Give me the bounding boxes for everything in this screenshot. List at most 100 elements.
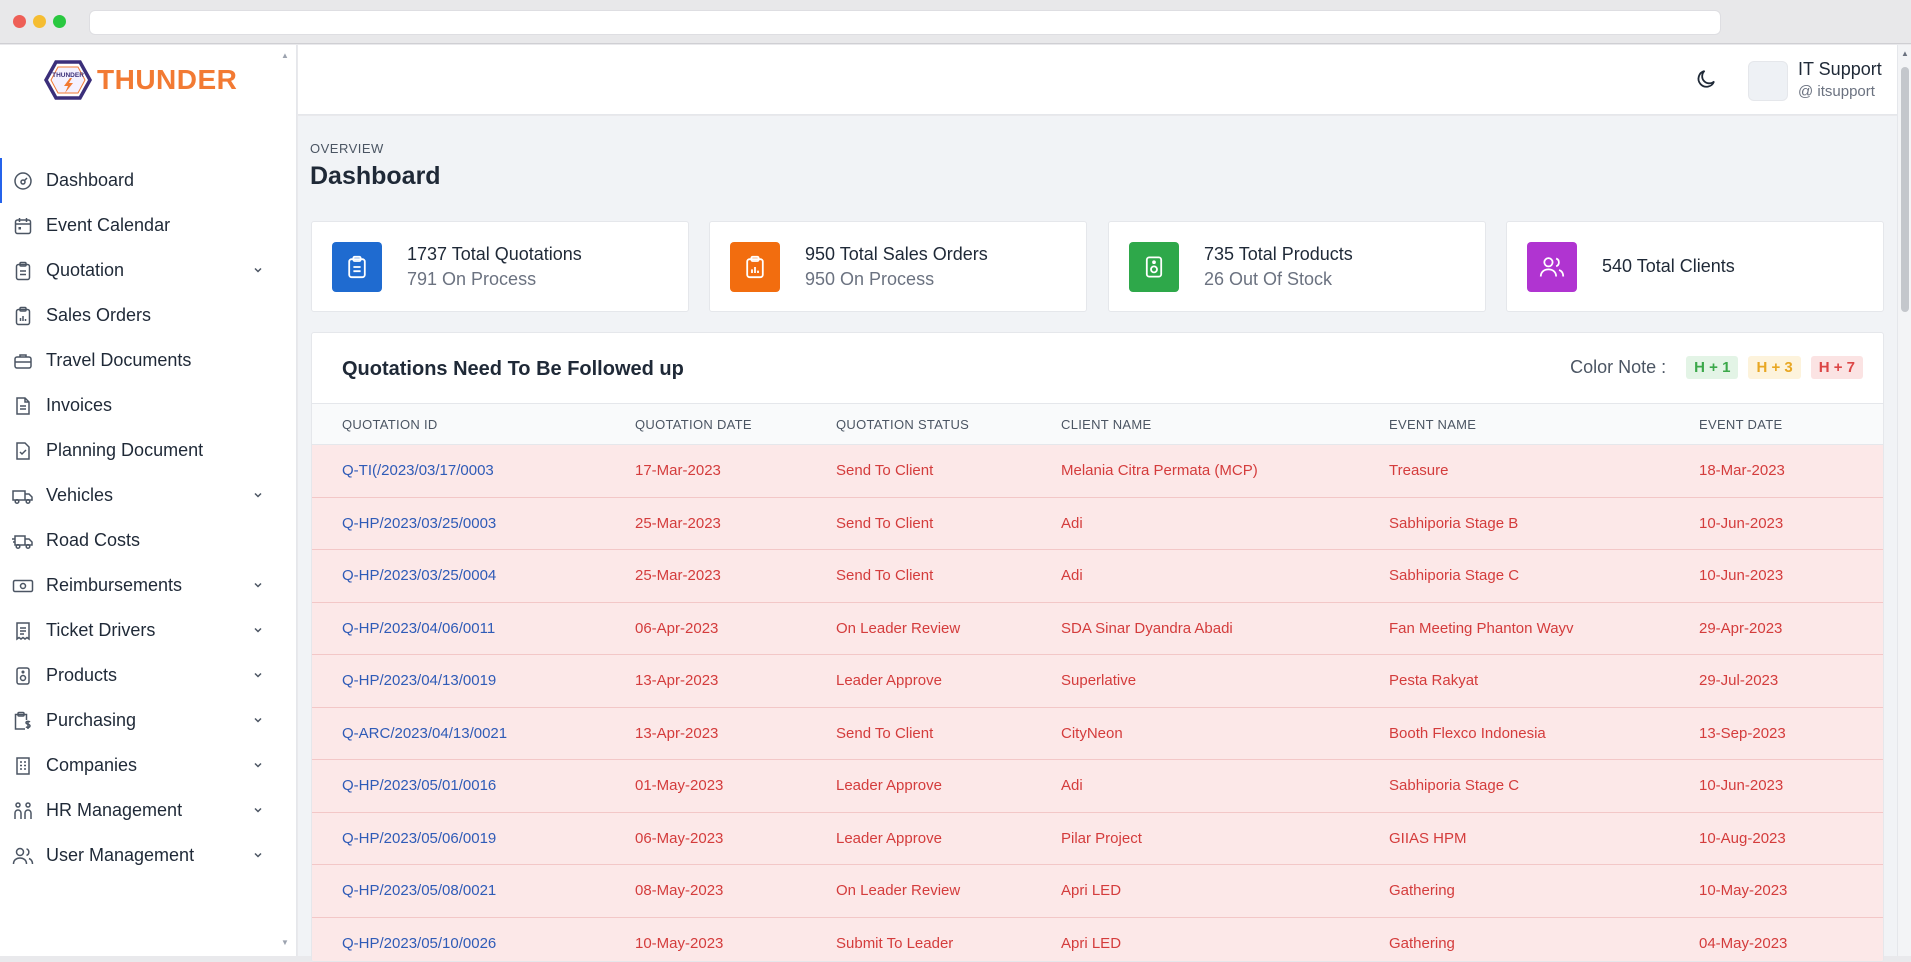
sidebar-item-planning-document[interactable]: Planning Document bbox=[0, 428, 296, 473]
stat-card-quotations[interactable]: 1737 Total Quotations 791 On Process bbox=[311, 221, 689, 312]
table-row[interactable]: Q-TI(/2023/03/17/0003 17-Mar-2023 Send T… bbox=[312, 444, 1883, 498]
quotation-id-link[interactable]: Q-HP/2023/03/25/0004 bbox=[312, 550, 635, 603]
address-bar[interactable] bbox=[89, 10, 1721, 35]
moon-icon[interactable] bbox=[1694, 67, 1718, 96]
sidebar-item-event-calendar[interactable]: Event Calendar bbox=[0, 203, 296, 248]
quotation-id-link[interactable]: Q-HP/2023/05/08/0021 bbox=[312, 865, 635, 918]
table-row[interactable]: Q-HP/2023/05/08/0021 08-May-2023 On Lead… bbox=[312, 864, 1883, 918]
legend-chip-h1: H + 1 bbox=[1686, 356, 1739, 379]
sidebar-nav: Dashboard Event Calendar Quotation Sales… bbox=[0, 158, 296, 878]
event-name: Treasure bbox=[1389, 462, 1449, 480]
chevron-down-icon bbox=[252, 713, 264, 731]
chevron-down-icon bbox=[252, 578, 264, 596]
sidebar-item-label: Travel Documents bbox=[46, 350, 192, 370]
column-header-quotation-id[interactable]: QUOTATION ID bbox=[312, 404, 635, 445]
event-date: 10-Jun-2023 bbox=[1699, 567, 1784, 585]
window-close-button[interactable] bbox=[13, 15, 26, 28]
table-row[interactable]: Q-HP/2023/03/25/0004 25-Mar-2023 Send To… bbox=[312, 549, 1883, 603]
quotation-id-link[interactable]: Q-ARC/2023/04/13/0021 bbox=[312, 707, 635, 760]
quotation-status: Send To Client bbox=[836, 724, 934, 742]
event-date: 10-Jun-2023 bbox=[1699, 514, 1784, 532]
sidebar-item-ticket-drivers[interactable]: Ticket Drivers bbox=[0, 608, 296, 653]
column-header-quotation-date[interactable]: QUOTATION DATE bbox=[635, 404, 836, 445]
sidebar-item-companies[interactable]: Companies bbox=[0, 743, 296, 788]
table-row[interactable]: Q-HP/2023/05/01/0016 01-May-2023 Leader … bbox=[312, 759, 1883, 813]
quotation-status: Leader Approve bbox=[836, 829, 942, 847]
sidebar-item-sales-orders[interactable]: Sales Orders bbox=[0, 293, 296, 338]
table-row[interactable]: Q-HP/2023/05/06/0019 06-May-2023 Leader … bbox=[312, 812, 1883, 865]
logo-text: THUNDER bbox=[97, 64, 238, 95]
client-name: Adi bbox=[1061, 514, 1083, 532]
chevron-down-icon bbox=[252, 263, 264, 281]
scroll-up-icon[interactable]: ▲ bbox=[1901, 49, 1909, 58]
stat-card-products[interactable]: 735 Total Products 26 Out Of Stock bbox=[1108, 221, 1486, 312]
chevron-down-icon bbox=[252, 803, 264, 821]
table-header-row: QUOTATION ID QUOTATION DATE QUOTATION ST… bbox=[312, 403, 1883, 445]
cash-icon bbox=[12, 575, 34, 597]
user-name[interactable]: IT Support bbox=[1798, 59, 1882, 80]
event-name: Pesta Rakyat bbox=[1389, 672, 1479, 690]
table-row[interactable]: Q-ARC/2023/04/13/0021 13-Apr-2023 Send T… bbox=[312, 707, 1883, 760]
sidebar-item-road-costs[interactable]: Road Costs bbox=[0, 518, 296, 563]
table-row[interactable]: Q-HP/2023/03/25/0003 25-Mar-2023 Send To… bbox=[312, 497, 1883, 550]
building-icon bbox=[12, 755, 34, 777]
event-date: 10-May-2023 bbox=[1699, 882, 1788, 900]
stat-card-sales-orders[interactable]: 950 Total Sales Orders 950 On Process bbox=[709, 221, 1087, 312]
quotation-date: 13-Apr-2023 bbox=[635, 672, 719, 690]
event-name: Gathering bbox=[1389, 934, 1455, 952]
quotation-status: Send To Client bbox=[836, 567, 934, 585]
quotation-status: Submit To Leader bbox=[836, 934, 954, 952]
sidebar-scroll-down-icon[interactable]: ▼ bbox=[281, 938, 289, 947]
page-scrollbar[interactable]: ▲ bbox=[1897, 45, 1911, 956]
sidebar-item-label: Event Calendar bbox=[46, 215, 171, 235]
svg-text:THUNDER: THUNDER bbox=[52, 72, 84, 79]
quotation-date: 17-Mar-2023 bbox=[635, 462, 721, 480]
sidebar-item-purchasing[interactable]: Purchasing bbox=[0, 698, 296, 743]
sidebar-item-travel-documents[interactable]: Travel Documents bbox=[0, 338, 296, 383]
column-header-event-date[interactable]: EVENT DATE bbox=[1699, 404, 1883, 445]
column-header-event-name[interactable]: EVENT NAME bbox=[1389, 404, 1699, 445]
sidebar-item-vehicles[interactable]: Vehicles bbox=[0, 473, 296, 518]
sidebar: THUNDER THUNDER ▲ Dashboard Event Calend… bbox=[0, 45, 297, 956]
quotation-status: On Leader Review bbox=[836, 882, 961, 900]
window-minimize-button[interactable] bbox=[33, 15, 46, 28]
users-icon bbox=[12, 845, 34, 867]
sidebar-item-reimbursements[interactable]: Reimbursements bbox=[0, 563, 296, 608]
quotation-id-link[interactable]: Q-HP/2023/05/01/0016 bbox=[312, 760, 635, 813]
quotation-date: 10-May-2023 bbox=[635, 934, 724, 952]
sidebar-item-products[interactable]: Products bbox=[0, 653, 296, 698]
column-header-client-name[interactable]: CLIENT NAME bbox=[1061, 404, 1389, 445]
quotation-id-link[interactable]: Q-HP/2023/04/06/0011 bbox=[312, 602, 635, 655]
sidebar-item-invoices[interactable]: Invoices bbox=[0, 383, 296, 428]
quotation-id-link[interactable]: Q-HP/2023/05/10/0026 bbox=[312, 917, 635, 961]
sidebar-item-user-management[interactable]: User Management bbox=[0, 833, 296, 878]
quotation-id-link[interactable]: Q-HP/2023/03/25/0003 bbox=[312, 497, 635, 550]
file-text-icon bbox=[12, 395, 34, 417]
column-header-quotation-status[interactable]: QUOTATION STATUS bbox=[836, 404, 1061, 445]
window-maximize-button[interactable] bbox=[53, 15, 66, 28]
event-name: Sabhiporia Stage C bbox=[1389, 567, 1520, 585]
sidebar-item-dashboard[interactable]: Dashboard bbox=[0, 158, 296, 203]
quotation-status: Leader Approve bbox=[836, 777, 942, 795]
sidebar-item-label: Quotation bbox=[46, 260, 125, 280]
app-logo[interactable]: THUNDER THUNDER bbox=[43, 60, 238, 100]
table-row[interactable]: Q-HP/2023/04/13/0019 13-Apr-2023 Leader … bbox=[312, 654, 1883, 708]
sidebar-item-label: Road Costs bbox=[46, 530, 141, 550]
quotation-id-link[interactable]: Q-TI(/2023/03/17/0003 bbox=[312, 445, 635, 498]
event-name: Fan Meeting Phanton Wayv bbox=[1389, 619, 1574, 637]
sidebar-item-quotation[interactable]: Quotation bbox=[0, 248, 296, 293]
followup-panel: Quotations Need To Be Followed up Color … bbox=[311, 332, 1884, 962]
quotation-id-link[interactable]: Q-HP/2023/05/06/0019 bbox=[312, 812, 635, 865]
stat-main-value: 950 Total Sales Orders bbox=[805, 244, 988, 264]
stat-card-clients[interactable]: 540 Total Clients bbox=[1506, 221, 1884, 312]
sidebar-item-hr-management[interactable]: HR Management bbox=[0, 788, 296, 833]
quotation-id-link[interactable]: Q-HP/2023/04/13/0019 bbox=[312, 655, 635, 708]
briefcase-icon bbox=[12, 350, 34, 372]
sidebar-item-label: Ticket Drivers bbox=[46, 620, 156, 640]
avatar[interactable] bbox=[1748, 61, 1788, 101]
table-row[interactable]: Q-HP/2023/04/06/0011 06-Apr-2023 On Lead… bbox=[312, 602, 1883, 655]
client-name: Apri LED bbox=[1061, 882, 1122, 900]
sidebar-scroll-up-icon[interactable]: ▲ bbox=[281, 51, 289, 60]
table-row[interactable]: Q-HP/2023/05/10/0026 10-May-2023 Submit … bbox=[312, 917, 1883, 961]
scrollbar-thumb[interactable] bbox=[1901, 67, 1909, 312]
